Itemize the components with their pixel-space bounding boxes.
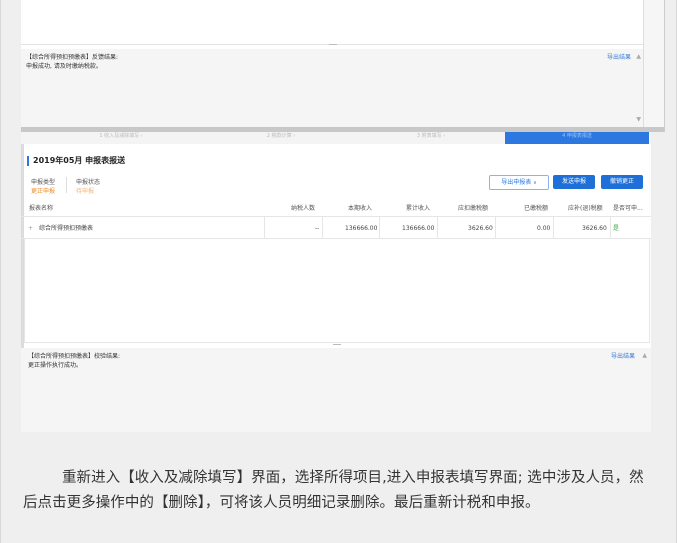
- expand-icon[interactable]: +: [28, 220, 33, 238]
- col-tax-paid: 已缴税额: [524, 205, 549, 212]
- table-body: [24, 238, 650, 343]
- feedback-title: 【综合所得预扣预缴表】反馈结果:: [26, 54, 119, 61]
- col-tax-balance: 应补(退)税额: [568, 205, 603, 212]
- cumulative-income: 136666.00: [402, 225, 435, 232]
- export-result-link[interactable]: 导出结果: [607, 53, 631, 62]
- scroll-down-icon[interactable]: ▼: [636, 115, 641, 124]
- tax-paid: 0.00: [537, 225, 551, 232]
- scroll-up-icon[interactable]: ▲: [642, 351, 647, 360]
- column-divider: [610, 216, 611, 238]
- column-divider: [379, 216, 380, 238]
- column-divider: [264, 216, 265, 238]
- export-result-link[interactable]: 导出结果: [611, 352, 635, 361]
- step-tabs: 1 收入及减除填写 › 2 税款计算 › 3 附表填写 › 4 申报表报送: [21, 132, 651, 144]
- tax-due: 3626.60: [468, 225, 493, 232]
- col-cumulative-income: 累计收入: [406, 205, 431, 212]
- declare-status-label: 申报状态: [76, 179, 101, 186]
- column-divider: [322, 216, 323, 238]
- column-divider: [553, 216, 554, 238]
- report-send-screenshot: 1 收入及减除填写 › 2 税款计算 › 3 附表填写 › 4 申报表报送 20…: [21, 132, 651, 432]
- column-divider: [437, 216, 438, 238]
- tab-report-send[interactable]: 4 申报表报送: [505, 132, 649, 144]
- col-current-income: 本期收入: [348, 205, 373, 212]
- top-screenshot: 【综合所得预扣预缴表】反馈结果: 申报成功, 请及时缴纳税款。 导出结果 ▲ ▼: [21, 0, 665, 132]
- export-report-label: 导出申报表: [501, 179, 532, 186]
- check-message: 更正操作执行成功。: [28, 362, 83, 369]
- tax-balance: 3626.60: [582, 225, 607, 232]
- column-divider: [495, 216, 496, 238]
- taxpayer-count: --: [315, 225, 320, 232]
- scrollbar[interactable]: [643, 0, 664, 132]
- table-row[interactable]: + 综合所得预扣预缴表 -- 136666.00 136666.00 3626.…: [21, 220, 651, 239]
- period-title: 2019年05月 申报表报送: [27, 156, 125, 166]
- tab-tax-calc[interactable]: 2 税款计算 ›: [221, 132, 341, 142]
- table-header: 报表名称 纳税人数 本期收入 累计收入 应扣缴税额 已缴税额 应补(退)税额 是…: [21, 202, 651, 217]
- article-frame: 【综合所得预扣预缴表】反馈结果: 申报成功, 请及时缴纳税款。 导出结果 ▲ ▼…: [0, 0, 677, 543]
- col-report-name: 报表名称: [29, 205, 54, 212]
- send-report-button[interactable]: 发送申报: [553, 175, 595, 189]
- col-can-declare: 是否可申...: [613, 205, 643, 212]
- check-title: 【综合所得预扣预缴表】校验结果:: [28, 353, 121, 360]
- divider: [66, 177, 67, 193]
- declare-status-value: 待申报: [76, 188, 95, 195]
- current-income: 136666.00: [345, 225, 378, 232]
- can-declare: 是: [613, 225, 620, 232]
- tab-income[interactable]: 1 收入及减除填写 ›: [61, 132, 181, 142]
- declare-type-value: 更正申报: [31, 188, 56, 195]
- col-tax-due: 应扣缴税额: [458, 205, 489, 212]
- declare-type-label: 申报类型: [31, 179, 56, 186]
- instruction-text: 重新进入【收入及减除填写】界面，选择所得项目,进入申报表填写界面; 选中涉及人员…: [23, 470, 644, 511]
- feedback-message: 申报成功, 请及时缴纳税款。: [26, 63, 102, 70]
- feedback-panel: 【综合所得预扣预缴表】反馈结果: 申报成功, 请及时缴纳税款。 导出结果 ▲ ▼: [21, 49, 643, 127]
- export-report-button[interactable]: 导出申报表 ∨: [489, 175, 549, 190]
- tab-attachment[interactable]: 3 附表填写 ›: [371, 132, 491, 142]
- empty-table-area: [21, 0, 643, 45]
- col-taxpayer-count: 纳税人数: [291, 205, 316, 212]
- chevron-down-icon: ∨: [533, 180, 537, 186]
- check-result-panel: 【综合所得预扣预缴表】校验结果: 更正操作执行成功。 导出结果 ▲: [21, 348, 651, 432]
- report-name[interactable]: 综合所得预扣预缴表: [39, 220, 93, 238]
- scroll-up-icon[interactable]: ▲: [636, 52, 641, 61]
- cancel-correction-button[interactable]: 撤销更正: [601, 175, 643, 189]
